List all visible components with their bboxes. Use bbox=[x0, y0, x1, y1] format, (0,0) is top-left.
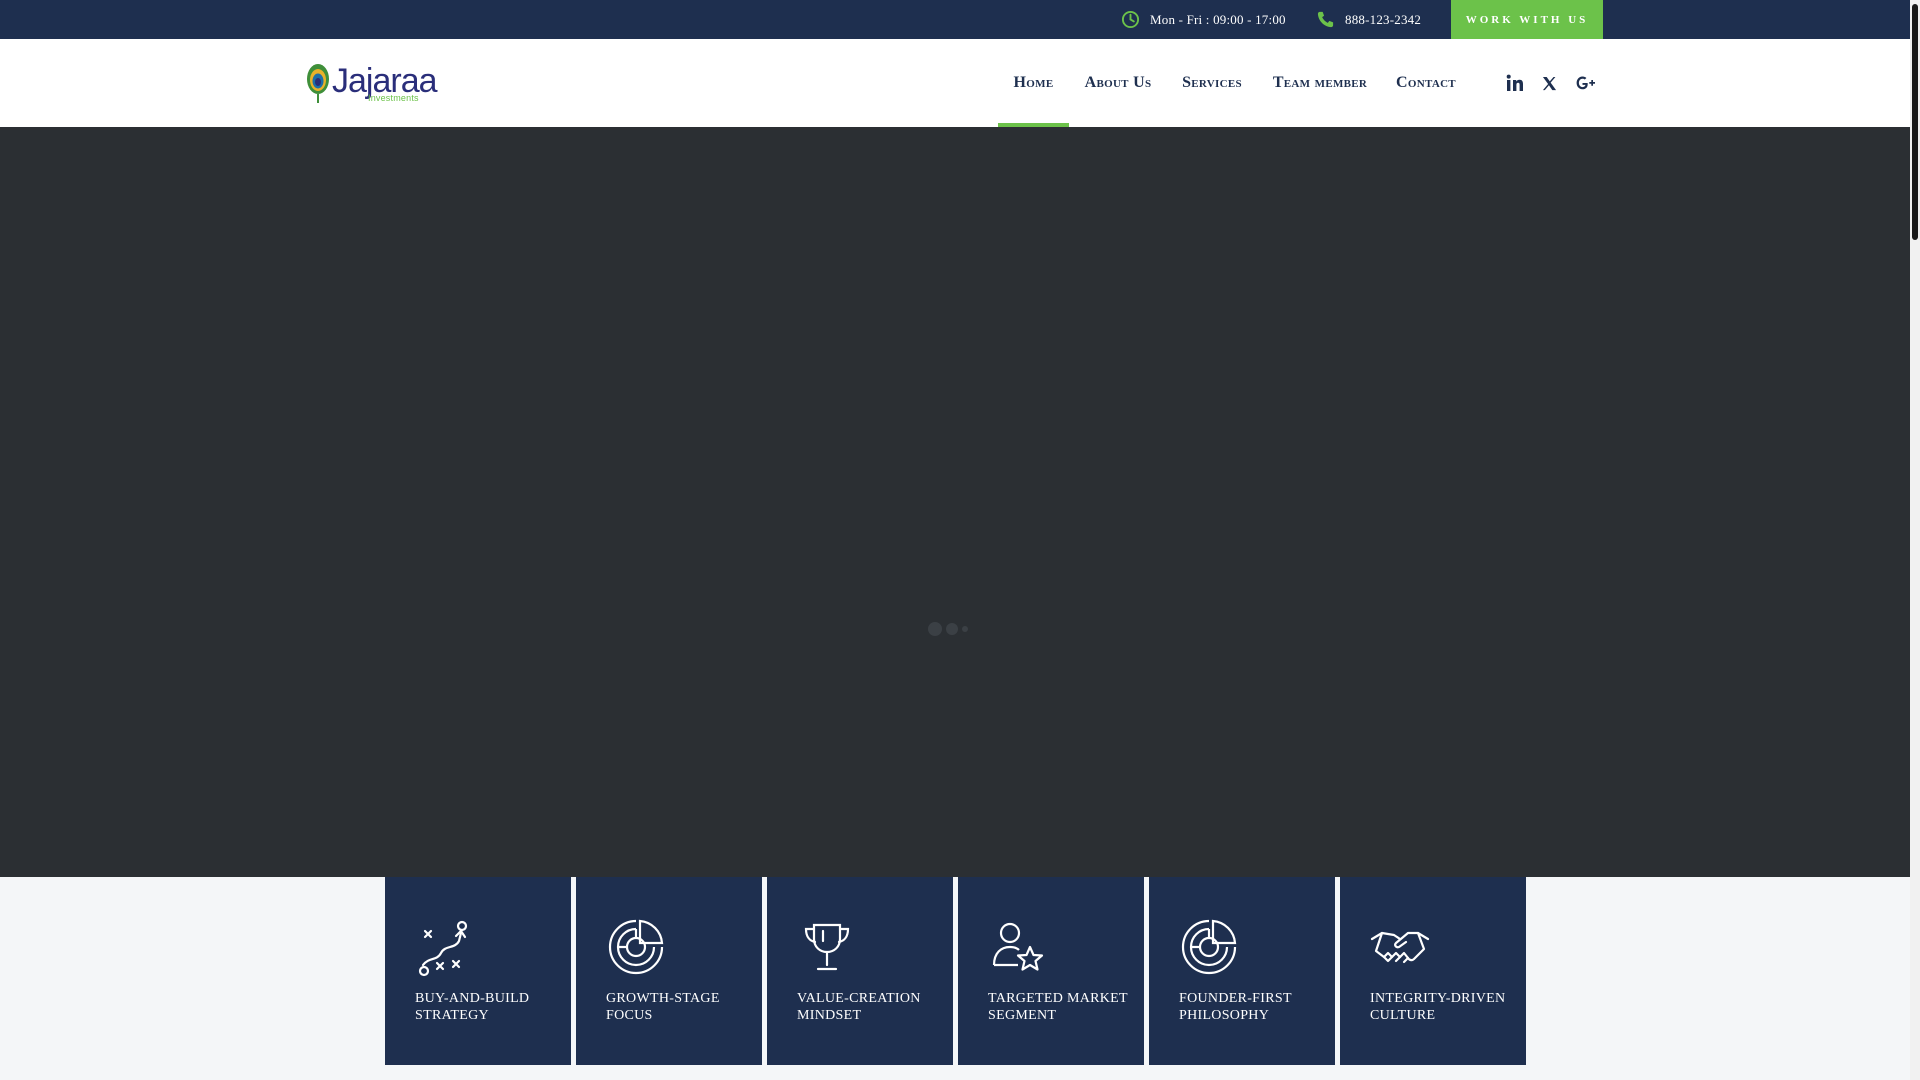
linkedin-icon bbox=[1506, 74, 1523, 91]
feature-label: BUY-AND-BUILD STRATEGY bbox=[415, 991, 530, 1023]
linkedin-link[interactable] bbox=[1501, 39, 1529, 127]
x-twitter-link[interactable] bbox=[1535, 39, 1563, 127]
feature-label: GROWTH-STAGE FOCUS bbox=[606, 991, 720, 1023]
strategy-play-icon bbox=[418, 920, 468, 977]
feature-card[interactable]: VALUE-CREATION MINDSET bbox=[767, 877, 953, 1065]
clock-icon bbox=[1121, 10, 1140, 29]
pie-chart-icon bbox=[1181, 919, 1237, 975]
top-info-bar: Mon - Fri : 09:00 - 17:00 888-123-2342 W… bbox=[0, 0, 1910, 39]
google-plus-icon bbox=[1576, 76, 1595, 90]
brand-tagline: Investments bbox=[368, 93, 419, 103]
phone-number-text: 888-123-2342 bbox=[1345, 11, 1422, 27]
feature-card[interactable]: INTEGRITY-DRIVEN CULTURE bbox=[1340, 877, 1526, 1065]
business-hours-text: Mon - Fri : 09:00 - 17:00 bbox=[1150, 11, 1286, 27]
feature-card[interactable]: BUY-AND-BUILD STRATEGY bbox=[385, 877, 571, 1065]
features-strip: BUY-AND-BUILD STRATEGY GROWTH-STAGE FOCU… bbox=[385, 877, 1526, 1065]
nav-team-member[interactable]: Team member bbox=[1268, 39, 1372, 127]
work-with-us-button[interactable]: WORK WITH US bbox=[1451, 0, 1603, 39]
hero-slider bbox=[0, 127, 1910, 877]
business-hours: Mon - Fri : 09:00 - 17:00 bbox=[1121, 0, 1286, 39]
site-header: Jajaraa Investments Home About Us Servic… bbox=[0, 39, 1910, 127]
page-scrollbar-thumb[interactable] bbox=[1912, 4, 1918, 240]
google-plus-link[interactable] bbox=[1573, 39, 1601, 127]
nav-about-us[interactable]: About Us bbox=[1077, 39, 1159, 127]
x-twitter-icon bbox=[1542, 76, 1556, 90]
feature-label: TARGETED MARKET SEGMENT bbox=[988, 991, 1128, 1023]
feature-label: INTEGRITY-DRIVEN CULTURE bbox=[1370, 991, 1506, 1023]
nav-services[interactable]: Services bbox=[1174, 39, 1250, 127]
nav-contact[interactable]: Contact bbox=[1390, 39, 1462, 127]
loading-dots-icon bbox=[928, 622, 968, 636]
user-star-icon bbox=[992, 922, 1044, 971]
feature-card[interactable]: GROWTH-STAGE FOCUS bbox=[576, 877, 762, 1065]
pie-chart-icon bbox=[608, 919, 664, 975]
feature-card[interactable]: TARGETED MARKET SEGMENT bbox=[958, 877, 1144, 1065]
nav-home[interactable]: Home bbox=[998, 39, 1069, 127]
trophy-icon bbox=[804, 923, 850, 971]
feature-card[interactable]: FOUNDER-FIRST PHILOSOPHY bbox=[1149, 877, 1335, 1065]
phone-icon bbox=[1317, 11, 1334, 28]
phone-number[interactable]: 888-123-2342 bbox=[1316, 0, 1421, 39]
brand-logo[interactable]: Jajaraa Investments bbox=[306, 61, 438, 105]
feature-label: FOUNDER-FIRST PHILOSOPHY bbox=[1179, 991, 1292, 1023]
handshake-icon bbox=[1370, 931, 1430, 964]
peacock-feather-logo-icon bbox=[307, 64, 329, 103]
feature-label: VALUE-CREATION MINDSET bbox=[797, 991, 921, 1023]
